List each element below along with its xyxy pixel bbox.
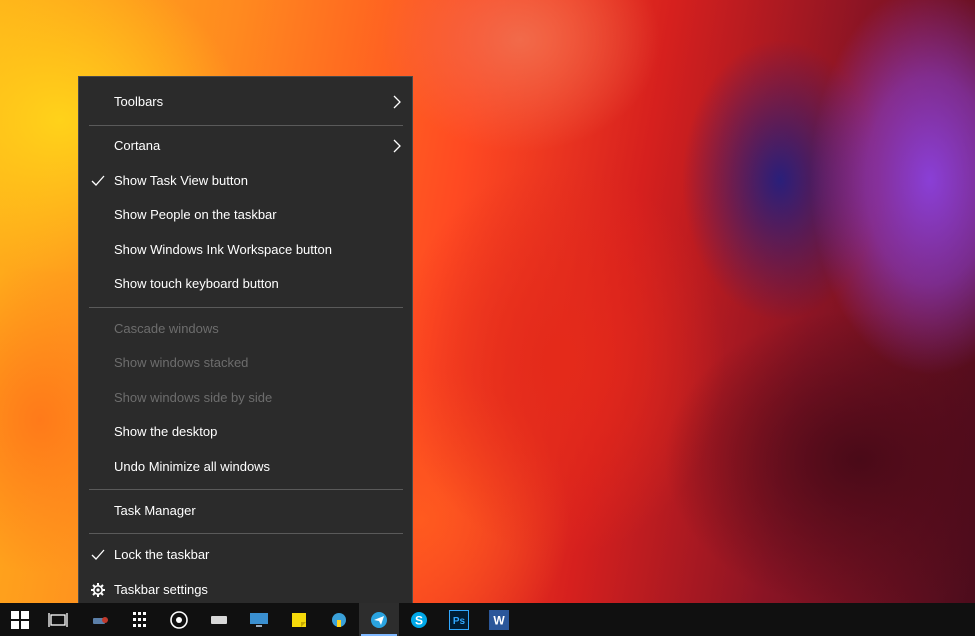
menu-item-label: Task Manager [114,503,196,518]
menu-item-label: Cortana [114,138,161,153]
menu-separator [89,125,403,126]
skype-glyph-icon: S [411,611,427,628]
monitor-glyph-icon [250,612,268,627]
checkmark-icon [91,175,105,186]
menu-item-show-desktop[interactable]: Show the desktop [79,415,412,449]
media-icon[interactable] [159,603,199,636]
telegram-icon[interactable] [359,603,399,636]
network-glyph-icon [332,612,346,627]
windows-logo-icon [11,610,29,629]
word-icon-text: W [493,613,505,627]
photoshop-icon[interactable]: Ps [439,603,479,636]
menu-separator [89,533,403,534]
word-glyph-icon: W [489,609,509,630]
menu-item-show-people[interactable]: Show People on the taskbar [79,198,412,232]
word-icon[interactable]: W [479,603,519,636]
telegram-glyph-icon [371,611,387,628]
menu-item-label: Show Task View button [114,173,248,188]
taskbar: S Ps W [0,603,975,636]
drive-icon[interactable] [199,603,239,636]
network-icon[interactable] [319,603,359,636]
menu-item-label: Lock the taskbar [114,547,210,562]
menu-item-lock-taskbar[interactable]: Lock the taskbar [79,538,412,572]
chevron-right-icon [393,139,401,153]
menu-item-label: Toolbars [114,94,164,109]
monitor-icon[interactable] [239,603,279,636]
sticky-notes-icon[interactable] [279,603,319,636]
drive-glyph-icon [211,615,227,624]
menu-item-label: Show windows side by side [114,390,273,405]
start-icon[interactable] [0,603,40,636]
menu-item-show-touch-keyboard[interactable]: Show touch keyboard button [79,267,412,301]
menu-item-taskbar-settings[interactable]: Taskbar settings [79,573,412,607]
skype-icon[interactable]: S [399,603,439,636]
sticky-notes-glyph-icon [292,612,306,627]
task-view-glyph-icon [48,612,68,627]
menu-item-label: Cascade windows [114,321,219,336]
menu-separator [89,489,403,490]
menu-item-undo-minimize[interactable]: Undo Minimize all windows [79,450,412,484]
taskbar-context-menu: Toolbars Cortana Show Task View button S… [78,76,413,616]
tools-icon[interactable] [80,603,120,636]
menu-item-task-manager[interactable]: Task Manager [79,494,412,528]
photoshop-glyph-icon: Ps [449,609,469,630]
menu-item-label: Show windows stacked [114,355,249,370]
menu-item-toolbars[interactable]: Toolbars [79,85,412,119]
gear-icon [91,583,105,597]
task-view-icon[interactable] [38,603,78,636]
photoshop-icon-text: Ps [453,616,466,627]
menu-item-show-task-view[interactable]: Show Task View button [79,164,412,198]
menu-item-label: Show the desktop [114,424,218,439]
menu-item-label: Undo Minimize all windows [114,459,271,474]
media-glyph-icon [170,610,188,629]
menu-item-cortana[interactable]: Cortana [79,129,412,163]
menu-separator [89,307,403,308]
calculator-icon[interactable] [120,603,160,636]
menu-item-label: Show People on the taskbar [114,207,277,222]
menu-item-label: Show Windows Ink Workspace button [114,242,332,257]
menu-item-windows-side-by-side: Show windows side by side [79,381,412,415]
menu-item-cascade-windows: Cascade windows [79,312,412,346]
calculator-glyph-icon [133,611,146,627]
skype-icon-text: S [415,613,423,627]
menu-item-label: Taskbar settings [114,582,208,597]
chevron-right-icon [393,95,401,109]
checkmark-icon [91,549,105,560]
tools-glyph-icon [93,616,108,624]
menu-item-label: Show touch keyboard button [114,276,279,291]
menu-item-windows-stacked: Show windows stacked [79,346,412,380]
menu-item-show-windows-ink[interactable]: Show Windows Ink Workspace button [79,233,412,267]
